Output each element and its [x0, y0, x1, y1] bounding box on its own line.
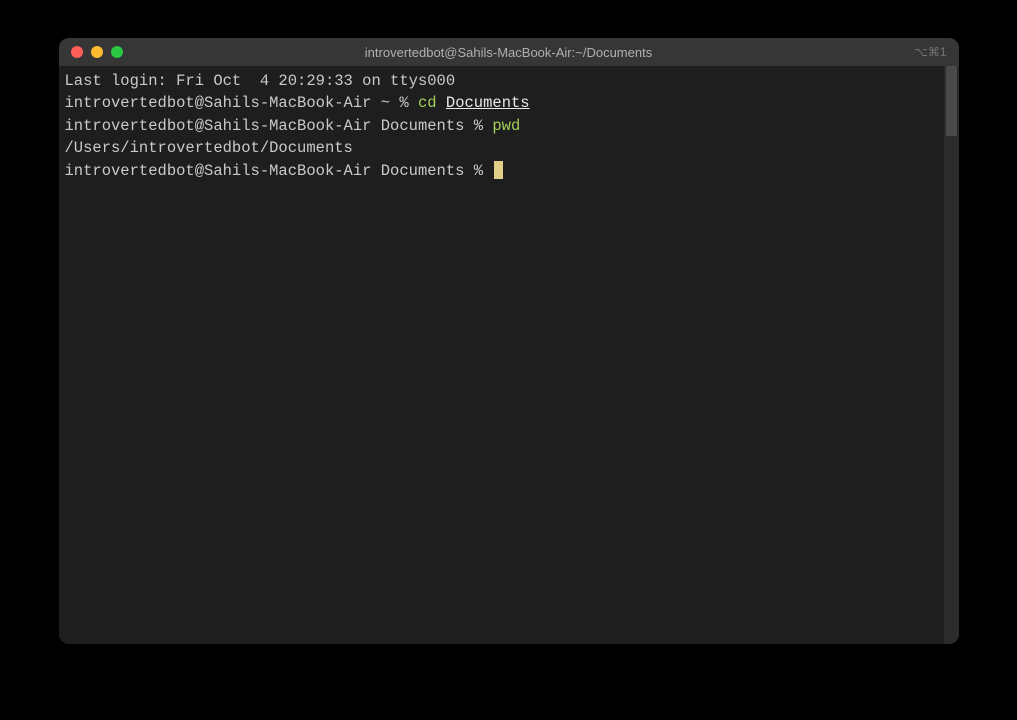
command-text: cd	[418, 94, 437, 112]
traffic-lights	[59, 46, 123, 58]
terminal-body[interactable]: Last login: Fri Oct 4 20:29:33 on ttys00…	[59, 66, 959, 644]
command-argument: Documents	[446, 94, 530, 112]
scrollbar-thumb[interactable]	[946, 66, 957, 136]
shell-prompt: introvertedbot@Sahils-MacBook-Air Docume…	[65, 117, 493, 135]
command-output: /Users/introvertedbot/Documents	[65, 139, 353, 157]
tab-shortcut-indicator: ⌥⌘1	[914, 45, 947, 59]
terminal-content[interactable]: Last login: Fri Oct 4 20:29:33 on ttys00…	[59, 66, 944, 644]
terminal-window: introvertedbot@Sahils-MacBook-Air:~/Docu…	[59, 38, 959, 644]
window-title: introvertedbot@Sahils-MacBook-Air:~/Docu…	[59, 45, 959, 60]
shell-prompt: introvertedbot@Sahils-MacBook-Air Docume…	[65, 162, 493, 180]
command-text: pwd	[492, 117, 520, 135]
titlebar: introvertedbot@Sahils-MacBook-Air:~/Docu…	[59, 38, 959, 66]
close-icon[interactable]	[71, 46, 83, 58]
maximize-icon[interactable]	[111, 46, 123, 58]
cursor-block	[494, 161, 503, 179]
scrollbar-track[interactable]	[944, 66, 959, 644]
minimize-icon[interactable]	[91, 46, 103, 58]
motd-line: Last login: Fri Oct 4 20:29:33 on ttys00…	[65, 72, 456, 90]
shell-prompt: introvertedbot@Sahils-MacBook-Air ~ %	[65, 94, 418, 112]
